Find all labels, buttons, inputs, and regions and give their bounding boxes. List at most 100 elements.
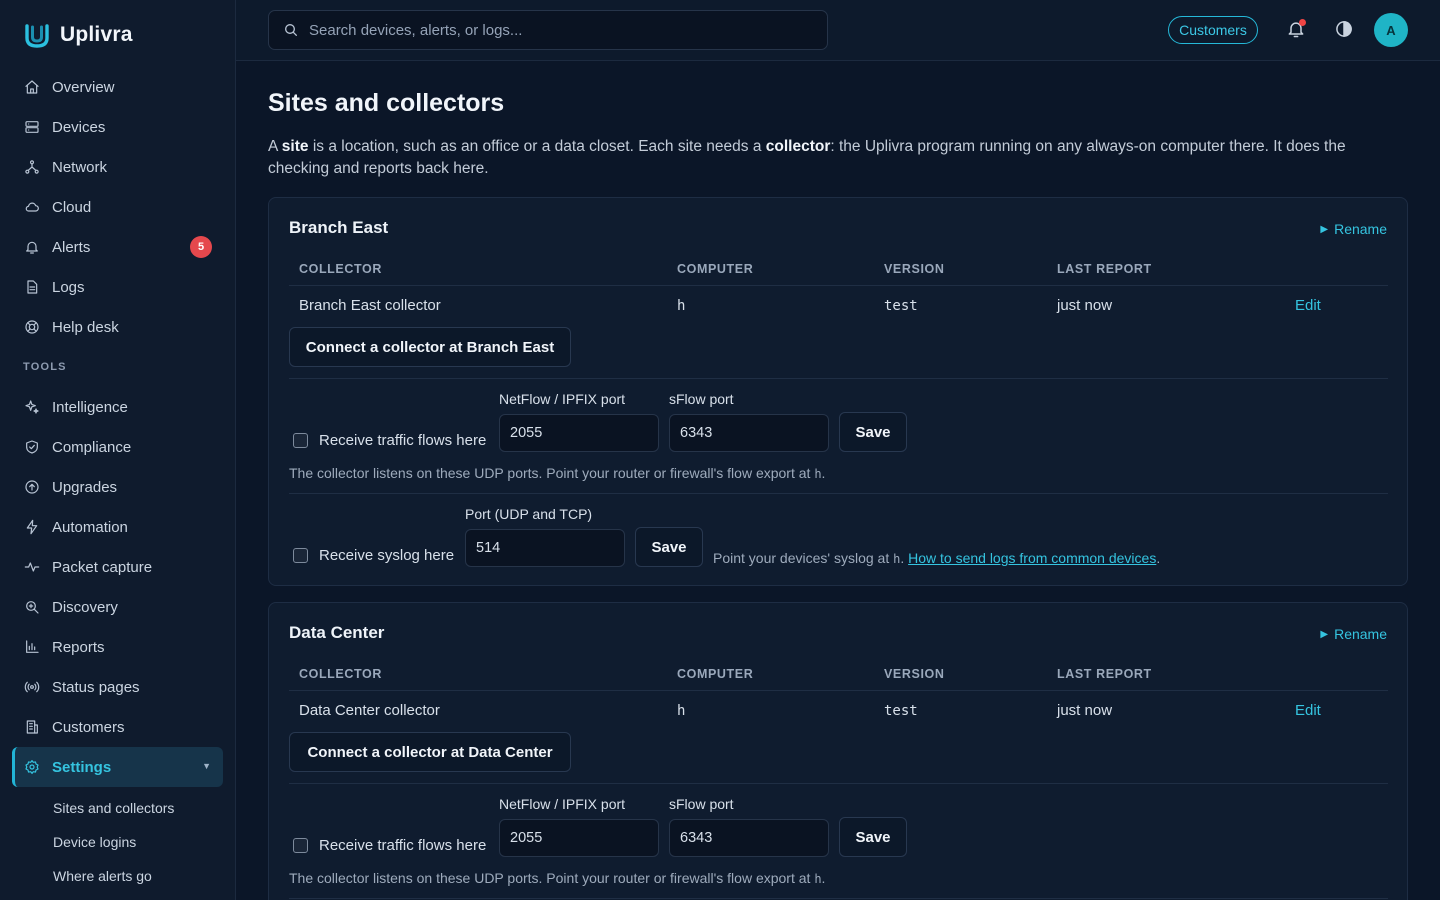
column-header-last-report: LAST REPORT	[1057, 262, 1152, 276]
rename-toggle[interactable]: ▶ Rename	[1320, 626, 1387, 642]
connect-collector-button[interactable]: Connect a collector at Data Center	[289, 732, 571, 772]
sflow-port-label: sFlow port	[669, 796, 734, 812]
nav-label: Intelligence	[52, 398, 128, 416]
nav-item-overview[interactable]: Overview	[12, 67, 223, 107]
bell-icon	[26, 241, 38, 254]
top-bar: Customers A	[236, 0, 1440, 61]
receive-flows-checkbox-row[interactable]: Receive traffic flows here	[293, 432, 486, 449]
user-avatar[interactable]: A	[1374, 13, 1408, 47]
save-syslog-button[interactable]: Save	[635, 527, 703, 567]
column-header-last-report: LAST REPORT	[1057, 667, 1152, 681]
subnav-item-sites-and-collectors[interactable]: Sites and collectors	[12, 791, 223, 825]
nav-item-automation[interactable]: Automation	[12, 507, 223, 547]
connect-collector-button[interactable]: Connect a collector at Branch East	[289, 327, 571, 367]
server-icon	[25, 121, 39, 133]
contrast-icon	[1336, 21, 1352, 37]
nav-item-devices[interactable]: Devices	[12, 107, 223, 147]
column-header-computer: COMPUTER	[677, 667, 754, 681]
edit-collector-link[interactable]: Edit	[1295, 297, 1321, 314]
nav-label: Reports	[52, 638, 105, 656]
netflow-port-input[interactable]: 2055	[499, 414, 659, 452]
nav-item-status-pages[interactable]: Status pages	[12, 667, 223, 707]
subnav-item-where-alerts-go[interactable]: Where alerts go	[12, 859, 223, 893]
receive-flows-checkbox[interactable]	[293, 838, 308, 853]
column-header-collector: COLLECTOR	[299, 262, 382, 276]
edit-collector-link[interactable]: Edit	[1295, 702, 1321, 719]
nav-item-help-desk[interactable]: Help desk	[12, 307, 223, 347]
receive-syslog-checkbox[interactable]	[293, 548, 308, 563]
rename-toggle[interactable]: ▶ Rename	[1320, 221, 1387, 237]
save-flows-button[interactable]: Save	[839, 817, 907, 857]
nav-label: Upgrades	[52, 478, 118, 496]
sidebar: Uplivra Overview Devices Network Cloud A…	[0, 0, 236, 900]
arrow-up-circle-icon	[25, 480, 39, 494]
customer-context-chip[interactable]: Customers	[1168, 16, 1258, 44]
nav-item-discovery[interactable]: Discovery	[12, 587, 223, 627]
site-card-branch-east: Branch East ▶ Rename COLLECTOR COMPUTER V…	[268, 197, 1408, 586]
document-icon	[27, 280, 38, 294]
nav-item-network[interactable]: Network	[12, 147, 223, 187]
receive-flows-checkbox-row[interactable]: Receive traffic flows here	[293, 837, 486, 854]
nav-label: Customers	[52, 718, 125, 736]
collector-version: test	[884, 703, 918, 719]
search-zoom-icon	[26, 601, 39, 614]
netflow-port-label: NetFlow / IPFIX port	[499, 391, 626, 407]
nav-item-customers[interactable]: Customers	[12, 707, 223, 747]
nav-label: Alerts	[52, 238, 91, 256]
theme-toggle-button[interactable]	[1334, 19, 1356, 41]
global-search[interactable]	[268, 10, 828, 50]
nav-label: Discovery	[52, 598, 118, 616]
nav-item-packet-capture[interactable]: Packet capture	[12, 547, 223, 587]
column-header-version: VERSION	[884, 262, 945, 276]
uplivra-logo-icon	[25, 24, 49, 48]
netflow-port-input[interactable]: 2055	[499, 819, 659, 857]
syslog-port-input[interactable]: 514	[465, 529, 625, 567]
collector-name: Data Center collector	[299, 702, 440, 719]
column-header-computer: COMPUTER	[677, 262, 754, 276]
sflow-port-input[interactable]: 6343	[669, 819, 829, 857]
site-name: Branch East	[289, 218, 389, 237]
nav-item-reports[interactable]: Reports	[12, 627, 223, 667]
nav-item-alerts[interactable]: Alerts 5	[12, 227, 223, 267]
receive-flows-checkbox[interactable]	[293, 433, 308, 448]
save-flows-button[interactable]: Save	[839, 412, 907, 452]
search-input[interactable]	[309, 21, 809, 39]
receive-flows-label: Receive traffic flows here	[319, 432, 487, 449]
notification-dot	[1299, 19, 1306, 26]
lifebuoy-icon	[25, 320, 39, 334]
syslog-help-text: Point your devices' syslog at h. How to …	[713, 550, 1161, 566]
site-name: Data Center	[289, 623, 385, 642]
nav-label: Settings	[52, 758, 112, 776]
alerts-count-badge: 5	[190, 236, 212, 258]
app-name: Uplivra	[60, 23, 133, 46]
nav-item-logs[interactable]: Logs	[12, 267, 223, 307]
nav-item-settings[interactable]: Settings ▼	[12, 747, 223, 787]
receive-syslog-checkbox-row[interactable]: Receive syslog here	[293, 547, 454, 564]
nav-item-intelligence[interactable]: Intelligence	[12, 387, 223, 427]
collector-last-report: just now	[1057, 297, 1113, 314]
collector-last-report: just now	[1057, 702, 1113, 719]
flows-help-text: The collector listens on these UDP ports…	[289, 465, 826, 481]
nav-label: Automation	[52, 518, 128, 536]
notifications-button[interactable]	[1286, 19, 1308, 41]
lightning-icon	[26, 519, 38, 535]
nav-label: Devices	[52, 118, 106, 136]
home-icon	[25, 80, 39, 94]
nav-label: Logs	[52, 278, 85, 296]
app-logo[interactable]: Uplivra	[24, 20, 133, 50]
site-card-data-center: Data Center ▶ Rename COLLECTOR COMPUTER V…	[268, 602, 1408, 900]
nav-item-compliance[interactable]: Compliance	[12, 427, 223, 467]
main-nav: Overview Devices Network Cloud Alerts 5 …	[12, 67, 223, 893]
subnav-item-device-logins[interactable]: Device logins	[12, 825, 223, 859]
nav-label: Compliance	[52, 438, 132, 456]
nav-item-upgrades[interactable]: Upgrades	[12, 467, 223, 507]
netflow-port-label: NetFlow / IPFIX port	[499, 796, 626, 812]
broadcast-icon	[24, 681, 40, 693]
nav-label: Status pages	[52, 678, 140, 696]
gear-icon	[25, 760, 39, 774]
sflow-port-input[interactable]: 6343	[669, 414, 829, 452]
nav-label: Packet capture	[52, 558, 153, 576]
syslog-guide-link[interactable]: How to send logs from common devices	[908, 550, 1156, 566]
caret-down-icon[interactable]: ▼	[202, 761, 211, 771]
nav-item-cloud[interactable]: Cloud	[12, 187, 223, 227]
